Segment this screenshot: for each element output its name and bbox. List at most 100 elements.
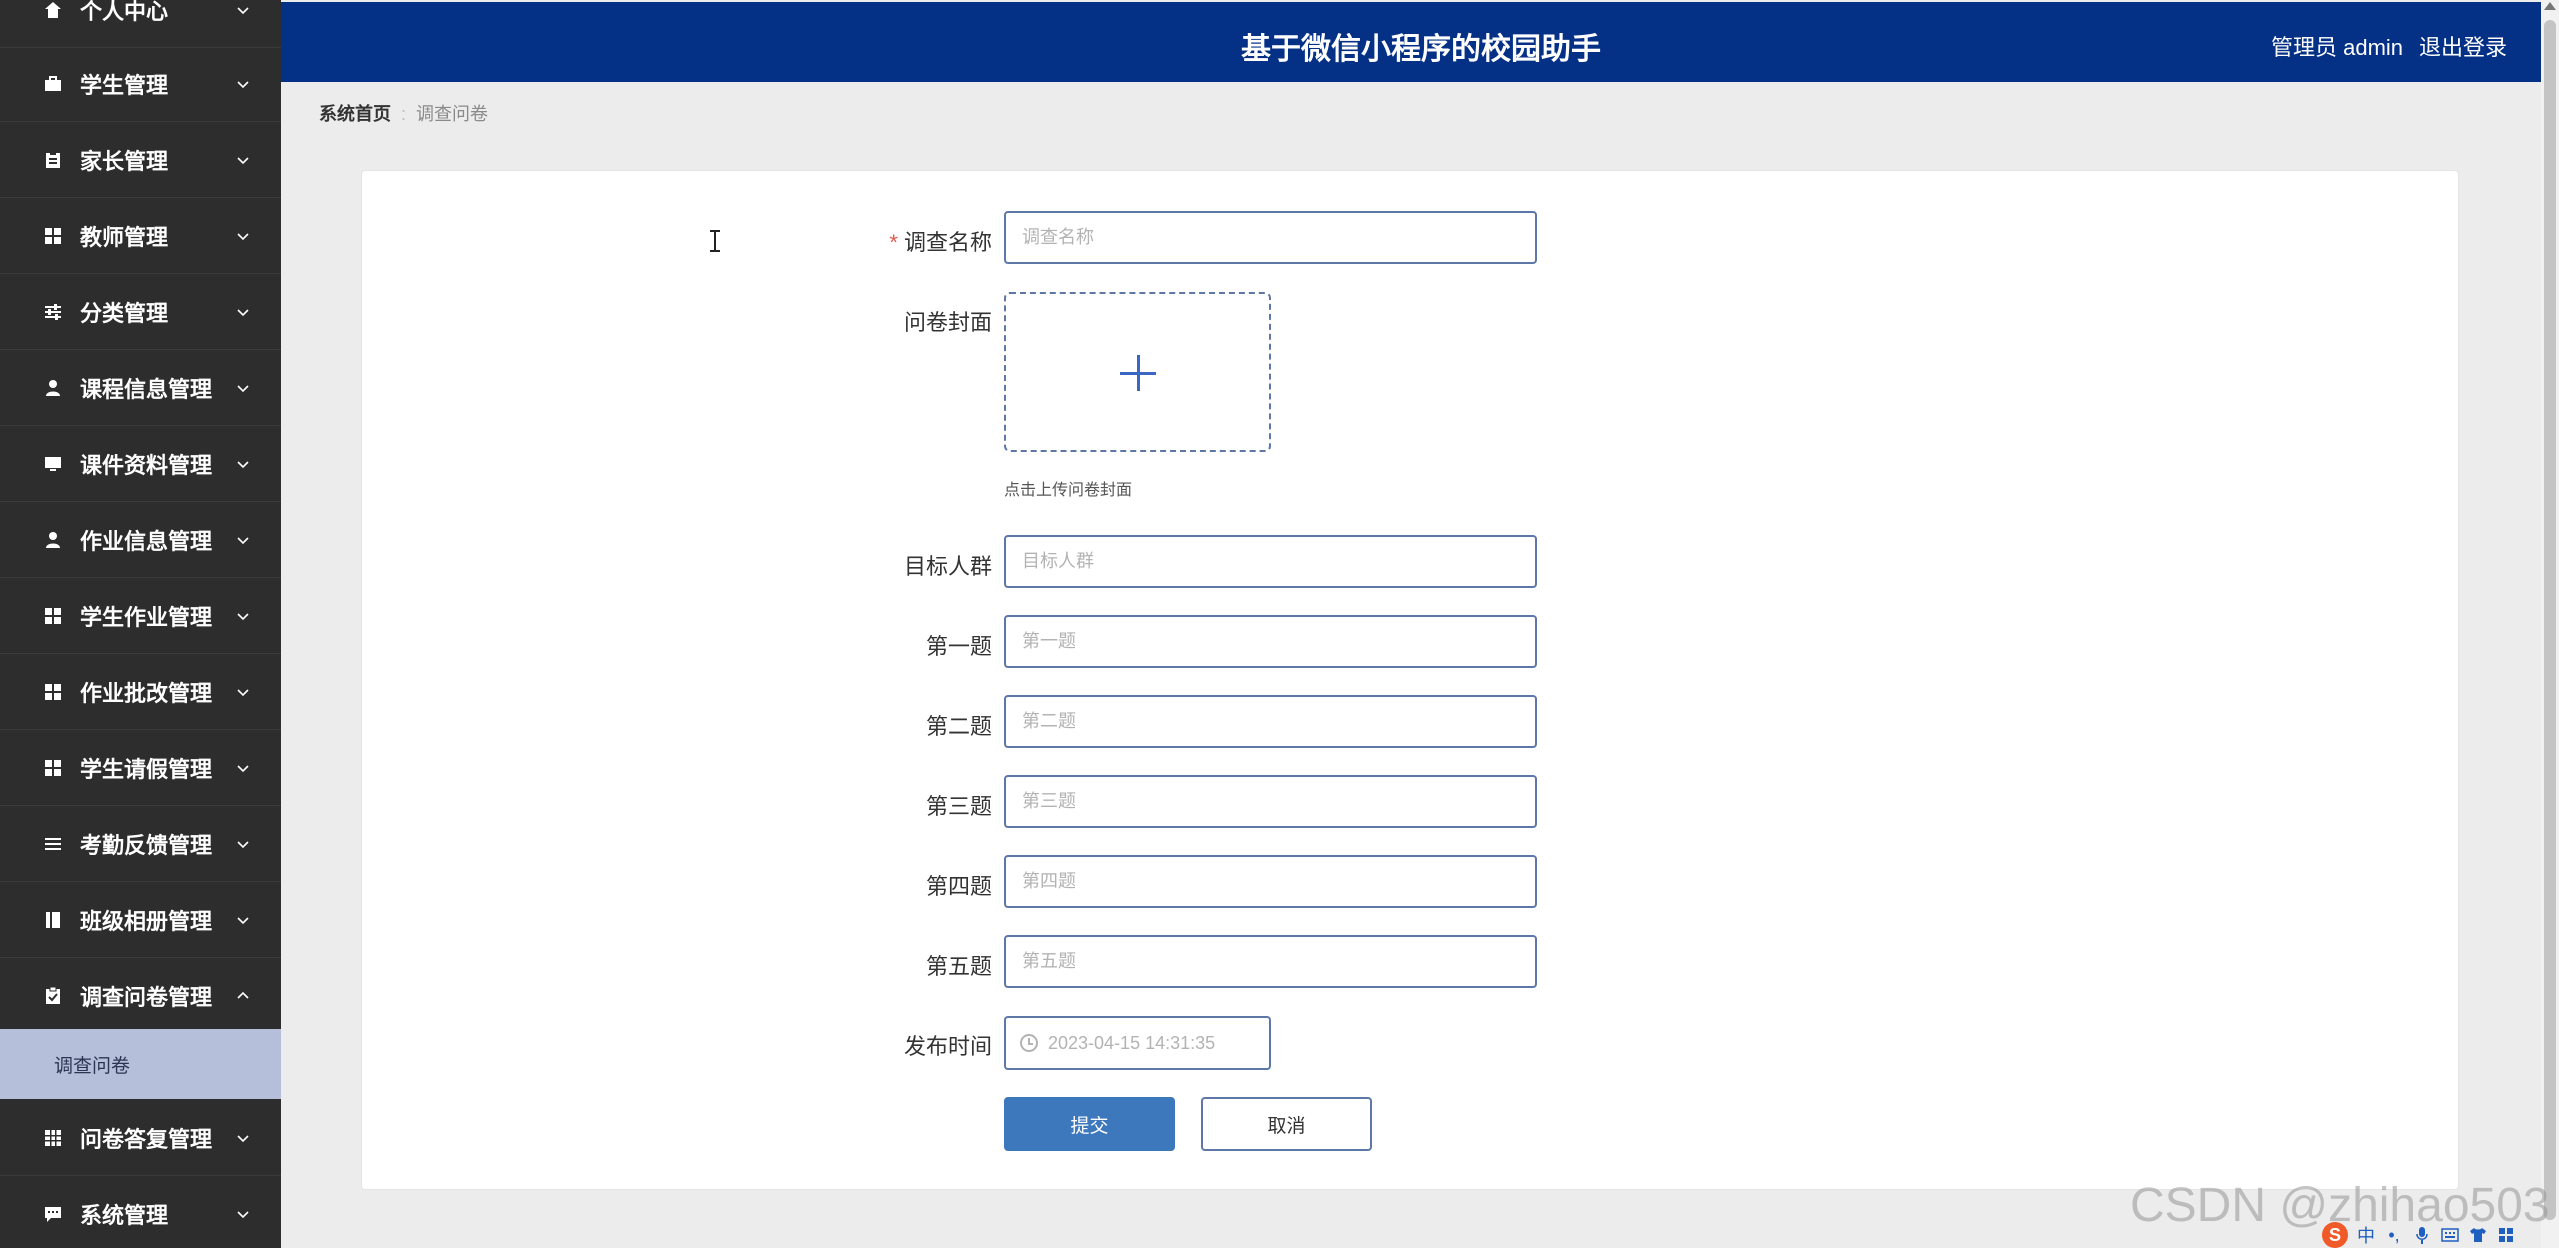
grid-icon <box>41 604 65 628</box>
user-icon <box>41 376 65 400</box>
logout-link[interactable]: 退出登录 <box>2419 30 2507 62</box>
sidebar-item-system-management[interactable]: 系统管理 <box>0 1176 281 1248</box>
q5-input[interactable] <box>1004 935 1537 988</box>
publish-time-picker[interactable]: 2023-04-15 14:31:35 <box>1004 1016 1271 1070</box>
list-icon <box>41 832 65 856</box>
q3-input[interactable] <box>1004 775 1537 828</box>
sidebar-item-student-homework-management[interactable]: 学生作业管理 <box>0 578 281 654</box>
sidebar-item-class-album-management[interactable]: 班级相册管理 <box>0 882 281 958</box>
sliders-icon <box>41 300 65 324</box>
top-header: 基于微信小程序的校园助手 管理员 admin 退出登录 <box>281 2 2541 82</box>
q2-label: 第二题 <box>925 714 992 739</box>
cover-upload[interactable] <box>1004 292 1271 452</box>
chevron-down-icon <box>235 228 251 244</box>
sidebar-item-label: 学生作业管理 <box>80 604 213 630</box>
sidebar-item-teacher-management[interactable]: 教师管理 <box>0 198 281 274</box>
scrollbar-thumb[interactable] <box>2544 20 2556 1220</box>
sidebar-item-label: 学生管理 <box>80 72 169 98</box>
breadcrumb-separator: : <box>401 104 407 124</box>
sidebar-item-label: 作业批改管理 <box>80 680 213 706</box>
sidebar-item-label: 家长管理 <box>80 148 169 174</box>
table-icon <box>41 1126 65 1150</box>
sidebar-item-label: 考勤反馈管理 <box>80 832 213 858</box>
house-icon <box>41 0 65 22</box>
sidebar-item-label: 作业信息管理 <box>80 528 213 554</box>
chevron-down-icon <box>235 456 251 472</box>
ime-language[interactable]: 中 <box>2356 1225 2376 1246</box>
clock-icon <box>1020 1034 1038 1052</box>
chevron-down-icon <box>235 152 251 168</box>
scroll-up-icon[interactable] <box>2544 2 2556 10</box>
sidebar-item-parent-management[interactable]: 家长管理 <box>0 122 281 198</box>
sidebar-subitem-survey[interactable]: 调查问卷 <box>0 1029 281 1099</box>
grid-icon <box>41 680 65 704</box>
submit-button[interactable]: 提交 <box>1004 1097 1175 1151</box>
survey-name-input[interactable] <box>1004 211 1537 264</box>
sidebar-item-personal-center[interactable]: 个人中心 <box>0 0 281 48</box>
sidebar-item-course-management[interactable]: 课程信息管理 <box>0 350 281 426</box>
microphone-icon[interactable] <box>2412 1225 2432 1245</box>
sidebar-item-survey-management[interactable]: 调查问卷管理 <box>0 958 281 1034</box>
sidebar-item-label: 分类管理 <box>80 300 169 326</box>
chevron-down-icon <box>235 836 251 852</box>
sidebar: 个人中心 学生管理 家长管理 教师管理 分类管理 课程信息管理 课件资料管理 作… <box>0 0 281 1248</box>
sidebar-item-attendance-feedback-management[interactable]: 考勤反馈管理 <box>0 806 281 882</box>
sidebar-item-homework-grading-management[interactable]: 作业批改管理 <box>0 654 281 730</box>
publish-time-value: 2023-04-15 14:31:35 <box>1048 1033 1216 1053</box>
sidebar-item-label: 班级相册管理 <box>80 908 213 934</box>
keyboard-icon[interactable] <box>2440 1225 2460 1245</box>
plus-icon-vertical <box>1137 355 1140 391</box>
briefcase-icon <box>41 72 65 96</box>
app-title: 基于微信小程序的校园助手 <box>1241 33 1601 66</box>
book-icon <box>41 908 65 932</box>
q4-input[interactable] <box>1004 855 1537 908</box>
breadcrumb-home[interactable]: 系统首页 <box>319 104 391 124</box>
sidebar-item-homework-info-management[interactable]: 作业信息管理 <box>0 502 281 578</box>
chevron-down-icon <box>235 76 251 92</box>
q5-label: 第五题 <box>925 954 992 979</box>
chevron-down-icon <box>235 912 251 928</box>
target-input[interactable] <box>1004 535 1537 588</box>
sogou-ime-icon[interactable]: S <box>2322 1222 2348 1248</box>
grid-icon <box>41 756 65 780</box>
sidebar-item-label: 个人中心 <box>80 0 169 24</box>
punctuation-icon[interactable]: •, <box>2384 1225 2404 1245</box>
current-user: 管理员 admin <box>2271 35 2404 60</box>
page-scrollbar[interactable] <box>2541 0 2559 1248</box>
chevron-down-icon <box>235 1130 251 1146</box>
cancel-button[interactable]: 取消 <box>1201 1097 1372 1151</box>
toolbox-icon[interactable] <box>2496 1225 2516 1245</box>
sidebar-item-courseware-management[interactable]: 课件资料管理 <box>0 426 281 502</box>
user-icon <box>41 528 65 552</box>
sidebar-subitem-label: 调查问卷 <box>54 1055 131 1077</box>
q1-label: 第一题 <box>925 634 992 659</box>
sidebar-item-label: 课程信息管理 <box>80 376 213 402</box>
breadcrumb-current: 调查问卷 <box>416 104 489 124</box>
q2-input[interactable] <box>1004 695 1537 748</box>
sidebar-item-label: 系统管理 <box>80 1202 169 1228</box>
sidebar-item-label: 课件资料管理 <box>80 452 213 478</box>
cover-label: 问卷封面 <box>903 310 992 335</box>
sidebar-item-label: 学生请假管理 <box>80 756 213 782</box>
chevron-down-icon <box>235 380 251 396</box>
sidebar-item-label: 教师管理 <box>80 224 169 250</box>
chevron-down-icon <box>235 1206 251 1222</box>
q1-input[interactable] <box>1004 615 1537 668</box>
target-label: 目标人群 <box>903 554 992 579</box>
sidebar-item-student-management[interactable]: 学生管理 <box>0 46 281 122</box>
grid-icon <box>41 224 65 248</box>
required-mark: * <box>889 230 898 255</box>
skin-icon[interactable] <box>2468 1225 2488 1245</box>
chevron-down-icon <box>235 304 251 320</box>
sidebar-item-category-management[interactable]: 分类管理 <box>0 274 281 350</box>
form-card: *调查名称 问卷封面 点击上传问卷封面 目标人群 第一题 第二题 第三题 第四题… <box>361 170 2459 1190</box>
sidebar-item-survey-reply-management[interactable]: 问卷答复管理 <box>0 1100 281 1176</box>
chevron-down-icon <box>235 760 251 776</box>
chevron-up-icon <box>235 988 251 1004</box>
ime-tray: S 中 •, <box>2322 1222 2541 1248</box>
q3-label: 第三题 <box>925 794 992 819</box>
text-cursor-icon <box>710 230 720 252</box>
sidebar-item-student-leave-management[interactable]: 学生请假管理 <box>0 730 281 806</box>
chevron-down-icon <box>235 684 251 700</box>
sidebar-item-label: 调查问卷管理 <box>80 984 213 1010</box>
